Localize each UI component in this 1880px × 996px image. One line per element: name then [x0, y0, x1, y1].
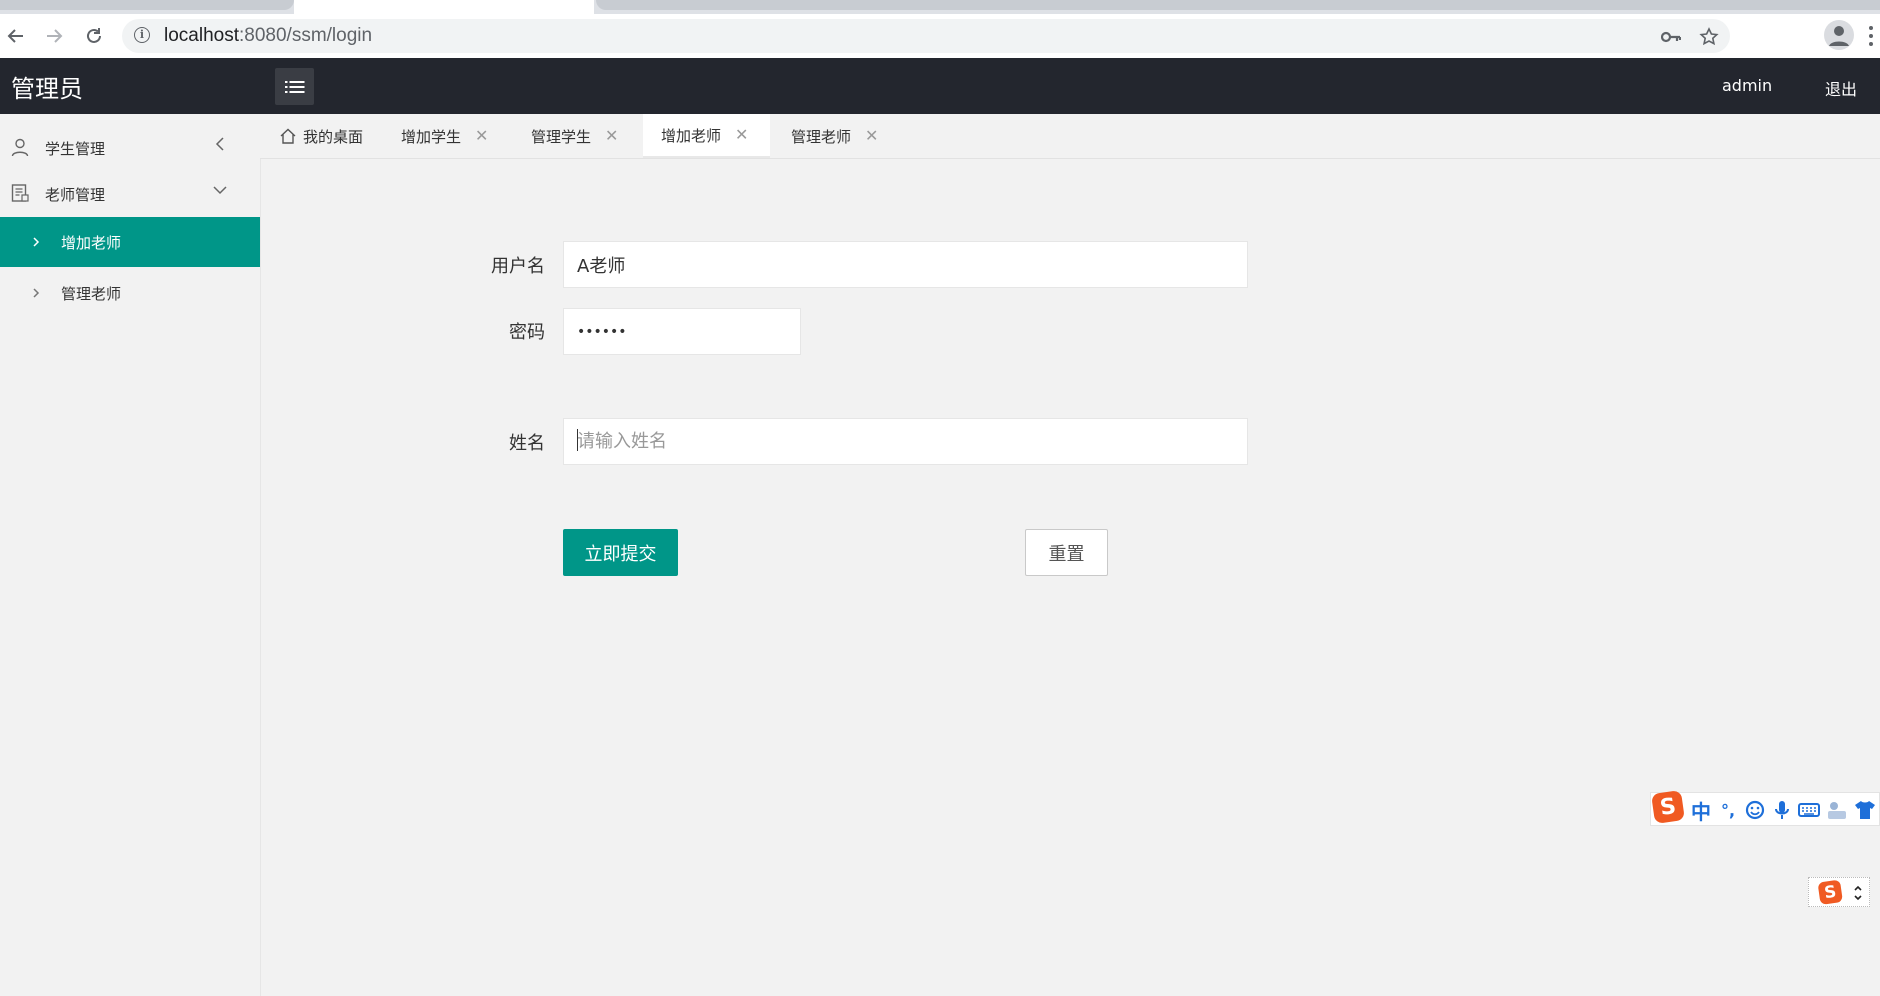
tab-add-teacher[interactable]: 增加老师 ✕ [643, 114, 770, 158]
brand-title: 管理员 [11, 75, 83, 103]
bookmark-star-icon[interactable] [1698, 26, 1720, 48]
sidebar-group-students[interactable]: 学生管理 [0, 124, 260, 170]
emoji-icon[interactable] [1743, 797, 1767, 823]
keyboard-icon[interactable] [1797, 797, 1821, 823]
menu-toggle-button[interactable] [275, 68, 314, 105]
tab-label: 我的桌面 [303, 127, 364, 146]
username-label: 用户名 [491, 256, 545, 277]
reload-icon[interactable] [78, 20, 110, 52]
close-icon[interactable]: ✕ [735, 127, 748, 143]
browser-menu-icon[interactable] [1868, 24, 1876, 48]
chevron-down-icon [213, 186, 227, 195]
user-icon [11, 138, 29, 157]
site-info-icon[interactable]: i [134, 27, 150, 43]
logout-link[interactable]: 退出 [1825, 76, 1857, 100]
close-icon[interactable]: ✕ [605, 128, 618, 144]
tab-manage-teacher[interactable]: 管理老师 ✕ [791, 114, 878, 158]
skin-shirt-icon[interactable] [1853, 797, 1877, 823]
microphone-icon[interactable] [1771, 797, 1793, 823]
tab-desktop[interactable]: 我的桌面 [279, 114, 363, 158]
browser-toolbar: i localhost:8080/ssm/login [0, 14, 1880, 59]
password-input[interactable] [563, 308, 801, 355]
add-teacher-form: 用户名 密码 姓名 立即提交 重置 [260, 159, 1880, 996]
submit-button[interactable]: 立即提交 [563, 529, 678, 576]
tab-label: 增加学生 [401, 127, 462, 146]
username-input[interactable] [563, 241, 1248, 288]
sidebar-item-label: 增加老师 [61, 234, 122, 252]
close-icon[interactable]: ✕ [475, 128, 488, 144]
sidebar-group-teachers[interactable]: 老师管理 [0, 170, 260, 216]
browser-tab-right[interactable] [596, 0, 1880, 10]
tab-add-student[interactable]: 增加学生 ✕ [401, 114, 488, 158]
page-tabs: 我的桌面 增加学生 ✕ 管理学生 ✕ 增加老师 ✕ 管理老师 ✕ [260, 114, 1880, 159]
tab-label: 管理老师 [791, 127, 852, 146]
tab-label: 管理学生 [531, 127, 592, 146]
key-icon[interactable] [1660, 26, 1682, 48]
ime-expand-icon[interactable] [1853, 884, 1863, 902]
sogou-logo-icon[interactable]: S [1817, 879, 1843, 905]
sidebar-item-label: 管理老师 [61, 285, 122, 303]
home-icon [280, 128, 296, 144]
reset-button[interactable]: 重置 [1025, 529, 1108, 576]
ime-mini-toolbar[interactable]: S [1808, 877, 1870, 907]
password-label: 密码 [509, 322, 545, 343]
ime-toolbar[interactable]: S 中 °, [1650, 790, 1880, 826]
app-header: 管理员 admin 退出 [0, 58, 1880, 114]
toolbox-icon[interactable] [1825, 797, 1849, 823]
sidebar-group-label: 学生管理 [45, 140, 106, 158]
back-icon[interactable] [0, 20, 32, 52]
address-url[interactable]: localhost:8080/ssm/login [164, 25, 372, 47]
address-bar[interactable]: i localhost:8080/ssm/login [122, 19, 1730, 53]
user-menu[interactable]: admin [1722, 76, 1772, 95]
browser-tabstrip [0, 0, 1880, 14]
close-icon[interactable]: ✕ [865, 128, 878, 144]
chevron-right-icon [33, 288, 40, 298]
name-label: 姓名 [509, 433, 545, 454]
sidebar-group-label: 老师管理 [45, 186, 106, 204]
browser-tab-active[interactable] [294, 0, 594, 14]
chevron-right-icon [33, 237, 40, 247]
sidebar: 学生管理 老师管理 增加老师 管理老师 [0, 114, 261, 996]
browser-tab-left[interactable] [0, 0, 294, 10]
ime-punct-toggle[interactable]: °, [1717, 797, 1739, 823]
sidebar-item-add-teacher[interactable]: 增加老师 [0, 217, 260, 267]
name-input[interactable] [563, 418, 1248, 465]
sogou-logo-icon[interactable]: S [1651, 790, 1685, 824]
chevron-left-icon [215, 137, 224, 151]
profile-avatar-icon[interactable] [1824, 20, 1854, 50]
text-caret [577, 429, 578, 451]
sidebar-item-manage-teacher[interactable]: 管理老师 [0, 268, 260, 318]
document-icon [11, 184, 29, 202]
tab-manage-student[interactable]: 管理学生 ✕ [531, 114, 618, 158]
tab-label: 增加老师 [661, 126, 722, 145]
ime-mode-toggle[interactable]: 中 [1689, 797, 1713, 824]
forward-icon[interactable] [38, 20, 70, 52]
list-icon [284, 80, 304, 93]
